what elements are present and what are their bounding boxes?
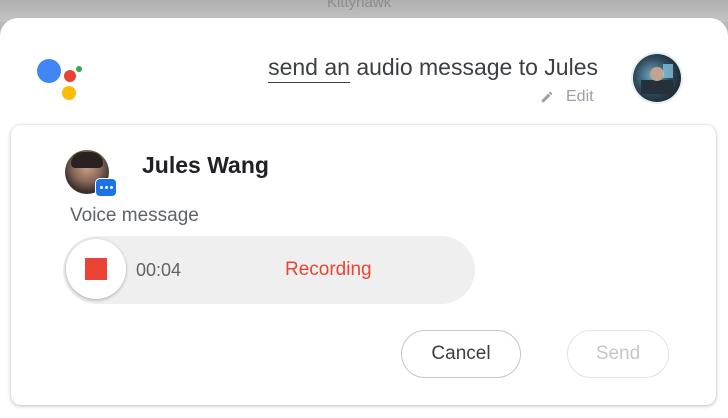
stop-icon: [85, 258, 107, 280]
voice-recorder: 00:04 Recording: [63, 236, 475, 304]
chat-bubble-icon: [95, 178, 117, 197]
pencil-icon: [541, 91, 553, 103]
recording-timer: 00:04: [136, 260, 182, 280]
message-card: Jules Wang Voice message 00:04 Recording…: [11, 125, 716, 405]
map-place-label: Kittyhawk: [327, 0, 392, 11]
contact-name: Jules Wang: [142, 152, 269, 178]
stop-recording-button[interactable]: [66, 239, 126, 299]
avatar-photo: [641, 64, 673, 94]
edit-query-button[interactable]: Edit: [540, 88, 594, 106]
google-assistant-logo: [34, 56, 84, 118]
assistant-query: send an audio message to Jules: [268, 54, 598, 83]
send-button[interactable]: Send: [567, 330, 669, 378]
user-avatar[interactable]: [633, 54, 681, 102]
cancel-button[interactable]: Cancel: [401, 330, 521, 378]
query-underlined-text: send an: [268, 54, 350, 83]
logo-dot-red: [64, 70, 76, 82]
query-text: audio message to Jules: [349, 54, 598, 80]
edit-label: Edit: [566, 88, 594, 105]
logo-dot-yellow: [62, 86, 76, 100]
logo-dot-blue: [37, 59, 61, 83]
voice-message-label: Voice message: [70, 205, 199, 226]
logo-dot-green: [76, 66, 82, 72]
recording-status: Recording: [285, 259, 372, 280]
